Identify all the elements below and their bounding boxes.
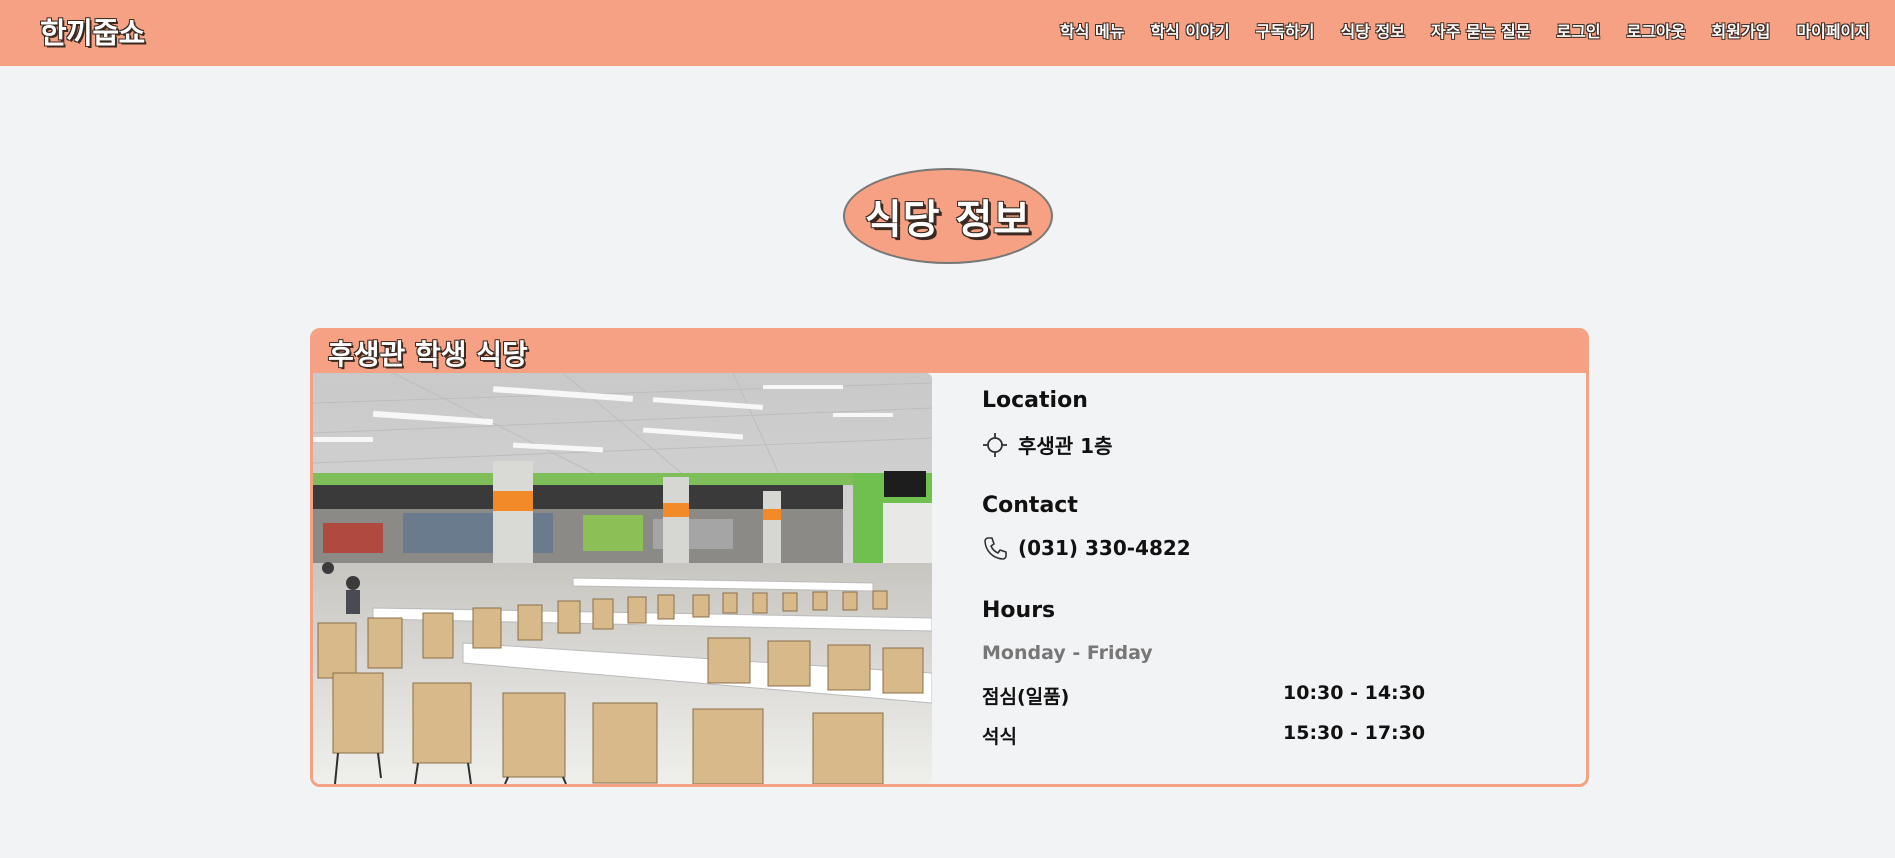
cafeteria-photo — [313, 373, 932, 784]
nav-link-signup[interactable]: 회원가입 — [1712, 18, 1771, 42]
crosshair-icon — [982, 432, 1008, 458]
nav-link-faq[interactable]: 자주 묻는 질문 — [1431, 18, 1530, 42]
brand-logo-link[interactable]: 한끼줍쇼 — [40, 10, 145, 52]
location-text: 후생관 1층 — [1018, 434, 1113, 458]
nav-link-menu[interactable]: 학식 메뉴 — [1060, 18, 1124, 42]
restaurant-card-header: 후생관 학생 식당 — [313, 331, 1586, 373]
restaurant-card: 후생관 학생 식당 Location 후생관 1층 Contact (031) … — [310, 328, 1589, 787]
nav-link-mypage[interactable]: 마이페이지 — [1796, 18, 1870, 42]
contact-row: (031) 330-4822 — [982, 535, 1191, 561]
nav-links: 학식 메뉴 학식 이야기 구독하기 식당 정보 자주 묻는 질문 로그인 로그아… — [1034, 18, 1870, 42]
page-title: 식당 정보 — [864, 197, 1032, 243]
phone-icon — [982, 535, 1008, 561]
meal-name: 석식 — [982, 726, 1017, 748]
meal-name: 점심(일품) — [982, 686, 1070, 708]
nav-link-login[interactable]: 로그인 — [1556, 18, 1600, 42]
top-navbar: 한끼줍쇼 학식 메뉴 학식 이야기 구독하기 식당 정보 자주 묻는 질문 로그… — [0, 0, 1895, 66]
phone-number[interactable]: (031) 330-4822 — [1018, 536, 1191, 560]
nav-link-stories[interactable]: 학식 이야기 — [1150, 18, 1229, 42]
hours-heading: Hours — [982, 598, 1056, 623]
contact-heading: Contact — [982, 493, 1078, 518]
meal-time: 15:30 - 17:30 — [1283, 722, 1426, 744]
restaurant-name: 후생관 학생 식당 — [328, 338, 528, 371]
meal-time: 10:30 - 14:30 — [1283, 682, 1426, 704]
location-heading: Location — [982, 388, 1088, 413]
hours-days: Monday - Friday — [982, 642, 1153, 664]
nav-link-logout[interactable]: 로그아웃 — [1627, 18, 1686, 42]
nav-link-subscribe[interactable]: 구독하기 — [1256, 18, 1315, 42]
page-title-badge: 식당 정보 — [843, 168, 1053, 264]
nav-link-restaurant-info[interactable]: 식당 정보 — [1341, 18, 1405, 42]
location-row: 후생관 1층 — [982, 430, 1112, 459]
